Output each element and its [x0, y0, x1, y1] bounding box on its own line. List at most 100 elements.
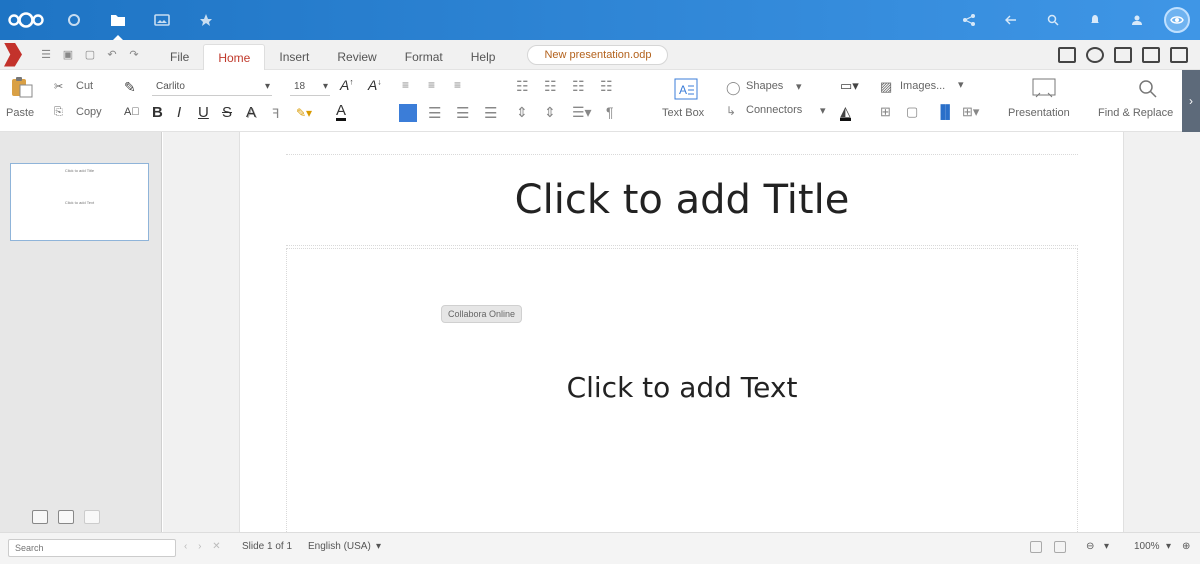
text-placeholder[interactable]: Collabora Online Click to add Text — [286, 248, 1078, 532]
images-icon[interactable]: ▨ — [880, 79, 892, 95]
sidebar-toggle-icon[interactable] — [1058, 46, 1076, 63]
activity-icon[interactable] — [184, 0, 228, 40]
insert-grid-icon[interactable]: ⊞▾ — [962, 104, 979, 120]
search-navigation-arrows[interactable]: ‹ › ✕ — [184, 541, 225, 552]
delete-slide-icon[interactable] — [84, 510, 100, 524]
bullets-icon[interactable]: ☷ — [516, 78, 529, 95]
outline-icon[interactable]: ☷ — [572, 78, 585, 95]
tab-file[interactable]: File — [156, 44, 203, 70]
justify-icon[interactable]: ☰ — [484, 104, 497, 122]
highlight-color-icon[interactable]: ✎▾ — [296, 106, 312, 120]
tab-insert[interactable]: Insert — [265, 44, 323, 70]
find-replace-label[interactable]: Find & Replace — [1098, 107, 1173, 119]
document-name-field[interactable]: New presentation.odp — [527, 44, 669, 65]
insert-table-icon[interactable]: ⊞ — [880, 104, 891, 120]
font-name-select[interactable]: Carlito ▾ — [152, 78, 272, 96]
connectors-icon[interactable]: ↳ — [726, 104, 736, 118]
slide-thumbnail[interactable]: Click to add Title Click to add Text — [10, 163, 149, 241]
highlight-icon[interactable]: ꟻ — [272, 106, 279, 122]
tab-review[interactable]: Review — [323, 44, 390, 70]
zoom-level[interactable]: 100% — [1134, 541, 1160, 552]
chevron-down-icon[interactable]: ▾ — [1104, 541, 1109, 552]
undo-icon[interactable]: ↶ — [104, 47, 120, 63]
line-color-icon[interactable]: ▭▾ — [840, 78, 859, 94]
presentation-label[interactable]: Presentation — [1008, 107, 1070, 119]
close-document-icon[interactable] — [1170, 46, 1188, 63]
copy-icon[interactable]: ⎘ — [54, 106, 63, 119]
new-slide-icon[interactable] — [32, 510, 48, 524]
nextcloud-logo-icon[interactable] — [0, 0, 52, 40]
italic-button[interactable]: I — [177, 104, 181, 121]
redo-icon[interactable]: ↷ — [126, 47, 142, 63]
insert-object-icon[interactable]: ▢ — [906, 104, 918, 120]
comments-icon[interactable] — [1086, 46, 1104, 63]
align-left-icon[interactable] — [399, 104, 417, 122]
paragraph-icon[interactable]: ¶ — [606, 104, 614, 120]
tab-help[interactable]: Help — [457, 44, 510, 70]
find-replace-icon[interactable] — [1136, 78, 1160, 100]
share-icon[interactable] — [948, 0, 990, 40]
line-spacing-icon[interactable]: ☰▾ — [572, 104, 592, 121]
connectors-label[interactable]: Connectors — [746, 104, 802, 116]
search-icon[interactable] — [1032, 0, 1074, 40]
back-icon[interactable] — [990, 0, 1032, 40]
files-icon[interactable] — [96, 0, 140, 40]
chevron-down-icon[interactable]: ▾ — [1166, 541, 1171, 552]
zoom-out-icon[interactable]: ⊖ — [1086, 541, 1094, 552]
shrink-font-icon[interactable]: A↓ — [368, 77, 381, 93]
strikethrough-button[interactable]: S — [222, 104, 232, 121]
shadow-button[interactable]: A — [246, 104, 256, 121]
contacts-icon[interactable] — [1116, 0, 1158, 40]
font-color-icon[interactable]: A — [336, 103, 347, 121]
images-label[interactable]: Images... — [900, 80, 945, 92]
clear-formatting-icon[interactable]: A⃥ — [124, 106, 140, 118]
chevron-down-icon[interactable]: ▾ — [820, 104, 826, 117]
grow-font-icon[interactable]: A↑ — [340, 77, 353, 93]
dashboard-icon[interactable] — [52, 0, 96, 40]
save-icon[interactable]: ▣ — [60, 47, 76, 63]
fill-color-icon[interactable]: ◭ — [840, 104, 851, 121]
tab-home[interactable]: Home — [203, 43, 266, 70]
zoom-in-icon[interactable]: ⊕ — [1182, 541, 1190, 552]
duplicate-slide-icon[interactable] — [58, 510, 74, 524]
paste-icon[interactable] — [10, 76, 34, 98]
tab-format[interactable]: Format — [391, 44, 457, 70]
fit-page-icon[interactable] — [1030, 541, 1042, 553]
photos-icon[interactable] — [140, 0, 184, 40]
sidebar-expand-handle[interactable]: › — [1182, 70, 1200, 132]
document-properties-icon[interactable] — [1114, 46, 1132, 63]
text-box-icon[interactable]: A — [674, 78, 698, 100]
font-size-select[interactable]: 18 ▾ — [290, 78, 330, 96]
paste-label[interactable]: Paste — [6, 107, 34, 119]
cut-icon[interactable]: ✂ — [54, 80, 63, 93]
increase-spacing-icon[interactable]: ⇕ — [516, 104, 528, 121]
align-bottom-icon[interactable]: ≡ — [454, 78, 461, 92]
language-select[interactable]: English (USA) — [308, 541, 371, 552]
decrease-spacing-icon[interactable]: ⇕ — [544, 104, 556, 121]
user-avatar[interactable] — [1164, 7, 1190, 33]
shapes-icon[interactable]: ◯ — [726, 80, 741, 96]
search-input[interactable] — [8, 539, 176, 557]
notifications-icon[interactable] — [1074, 0, 1116, 40]
fullscreen-icon[interactable] — [1142, 46, 1160, 63]
print-icon[interactable]: ▢ — [82, 47, 98, 63]
underline-button[interactable]: U — [198, 104, 209, 121]
indent-icon[interactable]: ☷ — [600, 78, 613, 95]
text-box-label[interactable]: Text Box — [662, 107, 704, 119]
slide-canvas[interactable]: Click to add Title Collabora Online Clic… — [239, 132, 1124, 532]
copy-label[interactable]: Copy — [76, 106, 102, 118]
impress-document-icon[interactable] — [4, 42, 22, 67]
align-middle-icon[interactable]: ≡ — [428, 78, 435, 92]
fit-width-icon[interactable] — [1054, 541, 1066, 553]
numbering-icon[interactable]: ☷ — [544, 78, 557, 95]
chevron-down-icon[interactable]: ▾ — [796, 80, 802, 93]
chevron-down-icon[interactable]: ▾ — [958, 78, 964, 91]
align-center-icon[interactable]: ☰ — [428, 104, 441, 122]
presentation-icon[interactable] — [1032, 78, 1056, 100]
chevron-down-icon[interactable]: ▾ — [376, 541, 381, 552]
align-top-icon[interactable]: ≡ — [402, 78, 409, 92]
bold-button[interactable]: B — [152, 104, 163, 121]
clone-formatting-icon[interactable]: ✎ — [124, 79, 136, 96]
menu-icon[interactable]: ☰ — [38, 47, 54, 63]
insert-chart-icon[interactable]: ▐▌ — [936, 104, 954, 119]
